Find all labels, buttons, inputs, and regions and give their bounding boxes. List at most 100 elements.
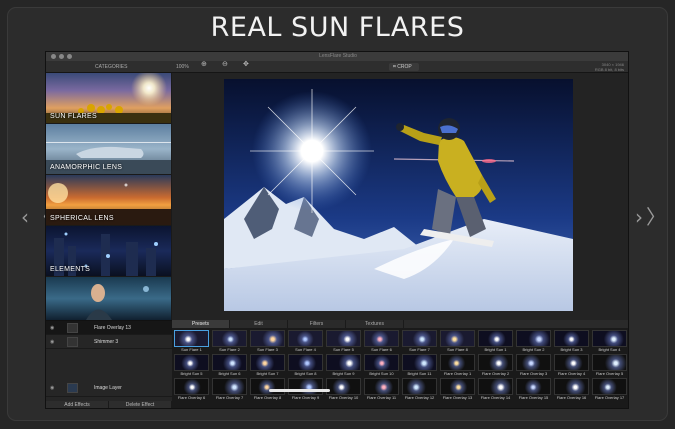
preset-label: Bright Sun 5	[180, 371, 203, 376]
preset-thumbnail[interactable]: Flare Overlay 11	[364, 378, 399, 401]
layer-row[interactable]: ◉ Flare Overlay 13	[46, 321, 172, 335]
tab-filters[interactable]: Filters	[288, 320, 346, 328]
preset-preview	[288, 378, 323, 395]
preset-preview	[440, 330, 475, 347]
next-slide-button[interactable]: › 〉	[632, 201, 666, 230]
preset-preview	[212, 330, 247, 347]
chevron-right-icon: 〉	[646, 205, 666, 229]
preset-preview	[250, 378, 285, 395]
preset-thumbnail[interactable]: Bright Sun 6	[212, 354, 247, 377]
preset-thumbnail[interactable]: Flare Overlay 6	[174, 378, 209, 401]
preset-preview	[554, 330, 589, 347]
preset-label: Sun Flare 2	[219, 347, 240, 352]
preset-preview	[326, 330, 361, 347]
preset-label: Bright Sun 3	[560, 347, 583, 352]
preset-thumbnail[interactable]: Bright Sun 4	[592, 330, 627, 353]
preset-thumbnail[interactable]: Sun Flare 7	[402, 330, 437, 353]
preset-preview	[250, 330, 285, 347]
preset-label: Flare Overlay 2	[481, 371, 510, 376]
layer-row[interactable]: ◉ Image Layer	[46, 381, 172, 397]
preset-label: Flare Overlay 10	[328, 395, 359, 400]
preset-thumbnail[interactable]: Sun Flare 5	[326, 330, 361, 353]
preset-label: Bright Sun 6	[218, 371, 241, 376]
preset-label: Sun Flare 1	[181, 347, 202, 352]
eye-icon[interactable]: ◉	[50, 325, 54, 331]
zoom-in-icon[interactable]: ⊕	[201, 61, 207, 68]
layer-thumbnail	[67, 323, 78, 333]
preset-thumbnail[interactable]: Bright Sun 8	[288, 354, 323, 377]
layer-thumbnail	[67, 383, 78, 393]
horizontal-scrollbar[interactable]	[269, 389, 330, 392]
preset-preview	[364, 330, 399, 347]
preset-thumbnail[interactable]: Sun Flare 6	[364, 330, 399, 353]
preset-thumbnail[interactable]: Bright Sun 11	[402, 354, 437, 377]
main-photo[interactable]	[224, 79, 573, 311]
layer-row[interactable]: ◉ Shimmer 3	[46, 335, 172, 349]
preset-label: Flare Overlay 5	[595, 371, 624, 376]
preset-preview	[364, 378, 399, 395]
eye-icon[interactable]: ◉	[50, 339, 54, 345]
preset-preview	[212, 354, 247, 371]
zoom-out-icon[interactable]: ⊖	[222, 61, 228, 68]
preset-thumbnail[interactable]: Flare Overlay 10	[326, 378, 361, 401]
preset-thumbnail[interactable]: Flare Overlay 14	[478, 378, 513, 401]
preset-thumbnail[interactable]: Bright Sun 10	[364, 354, 399, 377]
preset-thumbnail[interactable]: Flare Overlay 16	[554, 378, 589, 401]
preset-thumbnail[interactable]: Bright Sun 9	[326, 354, 361, 377]
preset-thumbnail[interactable]: Bright Sun 1	[478, 330, 513, 353]
preset-label: Flare Overlay 14	[480, 395, 511, 400]
app-window: LensFlare Studio CATEGORIES 100% ⊕ ⊖ ✥ ⌗…	[45, 51, 629, 409]
preset-thumbnail[interactable]: Flare Overlay 2	[478, 354, 513, 377]
preset-thumbnail[interactable]: Flare Overlay 12	[402, 378, 437, 401]
preset-thumbnail[interactable]: Flare Overlay 3	[516, 354, 551, 377]
category-portraits[interactable]	[46, 277, 171, 320]
category-sidebar: SUN FLARES ANAMORPHIC LENS SPHERICAL LEN…	[46, 73, 172, 320]
category-anamorphic-lens[interactable]: ANAMORPHIC LENS	[46, 124, 171, 174]
preset-label: Sun Flare 7	[409, 347, 430, 352]
preset-thumbnail[interactable]: Sun Flare 2	[212, 330, 247, 353]
preset-preview	[288, 354, 323, 371]
preset-preview	[174, 354, 209, 371]
preset-thumbnail[interactable]: Sun Flare 3	[250, 330, 285, 353]
preset-label: Flare Overlay 12	[404, 395, 435, 400]
preset-thumbnail[interactable]: Flare Overlay 17	[592, 378, 627, 401]
categories-header: CATEGORIES	[95, 64, 128, 70]
eye-icon[interactable]: ◉	[50, 385, 54, 391]
preset-preview	[250, 354, 285, 371]
tab-edit[interactable]: Edit	[230, 320, 288, 328]
preset-thumbnail[interactable]: Bright Sun 3	[554, 330, 589, 353]
preset-label: Flare Overlay 9	[291, 395, 320, 400]
preset-thumbnail[interactable]: Flare Overlay 4	[554, 354, 589, 377]
preset-thumbnail[interactable]: Flare Overlay 15	[516, 378, 551, 401]
preset-thumbnail[interactable]: Bright Sun 5	[174, 354, 209, 377]
preset-thumbnail[interactable]: Sun Flare 1	[174, 330, 209, 353]
add-effects-button[interactable]: Add Effects	[46, 401, 109, 408]
preset-preview	[402, 354, 437, 371]
category-spherical-lens[interactable]: SPHERICAL LENS	[46, 175, 171, 225]
preset-label: Bright Sun 10	[369, 371, 394, 376]
preset-thumbnail[interactable]: Flare Overlay 7	[212, 378, 247, 401]
move-icon[interactable]: ✥	[243, 61, 249, 68]
category-sun-flares[interactable]: SUN FLARES	[46, 73, 171, 123]
previous-slide-button[interactable]: ‹ 〈	[18, 201, 52, 230]
preset-thumbnail[interactable]: Sun Flare 8	[440, 330, 475, 353]
crop-button[interactable]: ⌗ CROP	[389, 63, 419, 71]
tab-presets[interactable]: Presets	[172, 320, 230, 328]
preset-preview	[212, 378, 247, 395]
tab-textures[interactable]: Textures	[346, 320, 404, 328]
preset-thumbnail[interactable]: Sun Flare 4	[288, 330, 323, 353]
preset-thumbnail[interactable]: Flare Overlay 13	[440, 378, 475, 401]
preset-label: Bright Sun 9	[332, 371, 355, 376]
preset-thumbnail[interactable]: Flare Overlay 5	[592, 354, 627, 377]
preset-label: Flare Overlay 3	[519, 371, 548, 376]
preset-preview	[326, 354, 361, 371]
preset-label: Flare Overlay 13	[442, 395, 473, 400]
preset-thumbnail[interactable]: Bright Sun 2	[516, 330, 551, 353]
preset-preview	[554, 354, 589, 371]
preset-thumbnail[interactable]: Flare Overlay 1	[440, 354, 475, 377]
category-elements[interactable]: ELEMENTS	[46, 226, 171, 276]
preset-thumbnail[interactable]: Bright Sun 7	[250, 354, 285, 377]
chevron-left-icon: 〈	[32, 205, 52, 229]
layer-name: Image Layer	[94, 385, 122, 391]
delete-effect-button[interactable]: Delete Effect	[109, 401, 172, 408]
